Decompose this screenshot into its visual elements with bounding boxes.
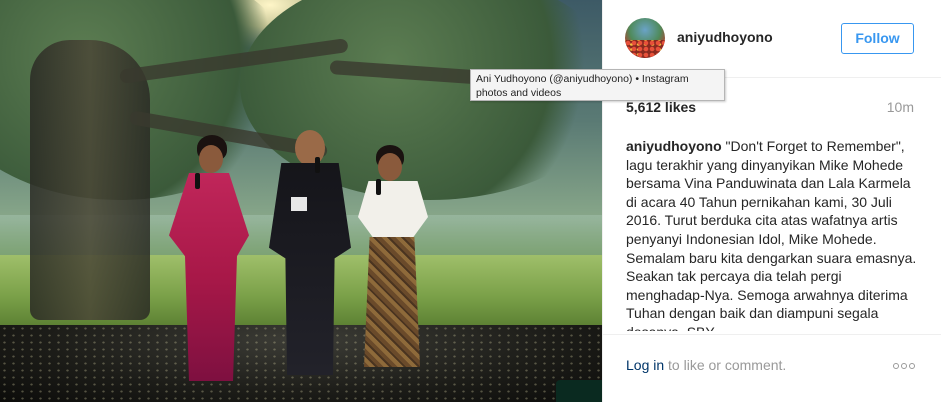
login-link[interactable]: Log in: [626, 357, 664, 373]
post-footer: Log in to like or comment.: [603, 334, 941, 402]
stage-speaker: [556, 380, 602, 402]
paper-card: [291, 197, 307, 211]
caption-text: "Don't Forget to Remember", lagu terakhi…: [626, 138, 917, 331]
likes-count[interactable]: 5,612 likes: [626, 99, 696, 115]
microphone: [195, 173, 200, 189]
microphone: [376, 179, 381, 195]
hover-tooltip: Ani Yudhoyono (@aniyudhoyono) • Instagra…: [470, 69, 725, 101]
login-prompt: Log in to like or comment.: [626, 357, 786, 373]
batik-skirt: [364, 237, 420, 367]
head: [295, 130, 325, 166]
login-prompt-text: to like or comment.: [664, 357, 787, 373]
timestamp[interactable]: 10m: [887, 99, 914, 115]
avatar[interactable]: [625, 18, 665, 58]
kebaya-dress: [169, 173, 249, 381]
caption-username[interactable]: aniyudhoyono: [626, 138, 722, 154]
follow-button[interactable]: Follow: [841, 23, 914, 54]
singer-right: [350, 145, 435, 385]
caption: aniyudhoyono "Don't Forget to Remember",…: [626, 137, 922, 331]
host-center: [265, 125, 355, 380]
post-info-panel: aniyudhoyono Follow 5,612 likes 10m aniy…: [602, 0, 941, 402]
head: [199, 145, 223, 173]
suit: [269, 163, 351, 375]
white-blouse: [358, 181, 428, 241]
username-link[interactable]: aniyudhoyono: [677, 29, 773, 45]
avatar-photo: [625, 40, 665, 58]
post-header: aniyudhoyono Follow: [603, 0, 941, 78]
singer-left: [165, 135, 255, 385]
head: [378, 153, 402, 181]
post-photo[interactable]: [0, 0, 602, 402]
microphone: [315, 157, 320, 173]
more-options-icon[interactable]: [893, 363, 915, 369]
